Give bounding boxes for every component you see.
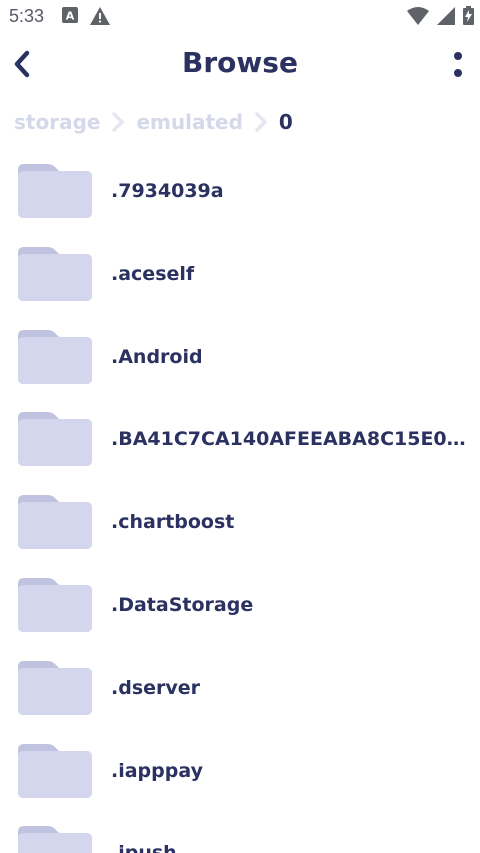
- folder-icon: [18, 246, 92, 301]
- file-name: .dserver: [111, 676, 201, 699]
- list-item[interactable]: .iapppay: [0, 730, 480, 813]
- header: Browse: [0, 32, 480, 100]
- list-item[interactable]: .BA41C7CA140AFEEABA8C15E04...: [0, 398, 480, 481]
- folder-icon: [18, 660, 92, 715]
- file-name: .7934039a: [111, 180, 224, 202]
- chevron-right-icon: [255, 112, 267, 132]
- list-item[interactable]: .Android: [0, 316, 480, 399]
- folder-icon: [18, 164, 92, 218]
- status-system-icons: [407, 6, 474, 25]
- list-item[interactable]: .chartboost: [0, 481, 480, 564]
- chevron-right-icon: [112, 112, 125, 132]
- folder-icon: [18, 329, 92, 384]
- file-name: .ipush: [111, 842, 471, 853]
- status-notification-icons: A: [62, 7, 110, 25]
- more-vertical-icon: [454, 52, 462, 77]
- breadcrumb-item-current[interactable]: 0: [279, 110, 293, 134]
- file-name: .DataStorage: [111, 593, 254, 616]
- keyboard-a-icon: A: [62, 7, 78, 23]
- list-item[interactable]: .ipush: [0, 812, 480, 853]
- list-item[interactable]: .7934039a: [0, 150, 480, 233]
- battery-charging-icon: [463, 6, 474, 25]
- folder-icon: [18, 826, 92, 853]
- file-list: .7934039a .aceself .Android .BA41C7CA140…: [0, 150, 480, 853]
- breadcrumb-item-storage[interactable]: storage: [14, 110, 100, 134]
- file-name: .BA41C7CA140AFEEABA8C15E04...: [111, 428, 471, 451]
- breadcrumb-item-emulated[interactable]: emulated: [136, 110, 242, 134]
- folder-icon: [18, 412, 92, 467]
- more-options-button[interactable]: [446, 48, 470, 82]
- page-title: Browse: [182, 46, 298, 79]
- wifi-icon: [407, 6, 429, 25]
- status-bar: 5:33 A: [0, 0, 480, 32]
- file-name: .Android: [111, 345, 203, 368]
- list-item[interactable]: .aceself: [0, 233, 480, 316]
- folder-icon: [18, 743, 92, 798]
- breadcrumb: storage emulated 0: [14, 108, 293, 136]
- file-name: .iapppay: [111, 759, 203, 782]
- status-time: 5:33: [9, 6, 45, 26]
- svg-text:A: A: [66, 10, 75, 23]
- warning-icon: [90, 7, 110, 25]
- signal-icon: [437, 6, 455, 25]
- file-name: .aceself: [111, 262, 195, 285]
- list-item[interactable]: .dserver: [0, 647, 480, 730]
- file-name: .chartboost: [111, 511, 235, 534]
- folder-icon: [18, 577, 92, 632]
- list-item[interactable]: .DataStorage: [0, 564, 480, 647]
- folder-icon: [18, 495, 92, 550]
